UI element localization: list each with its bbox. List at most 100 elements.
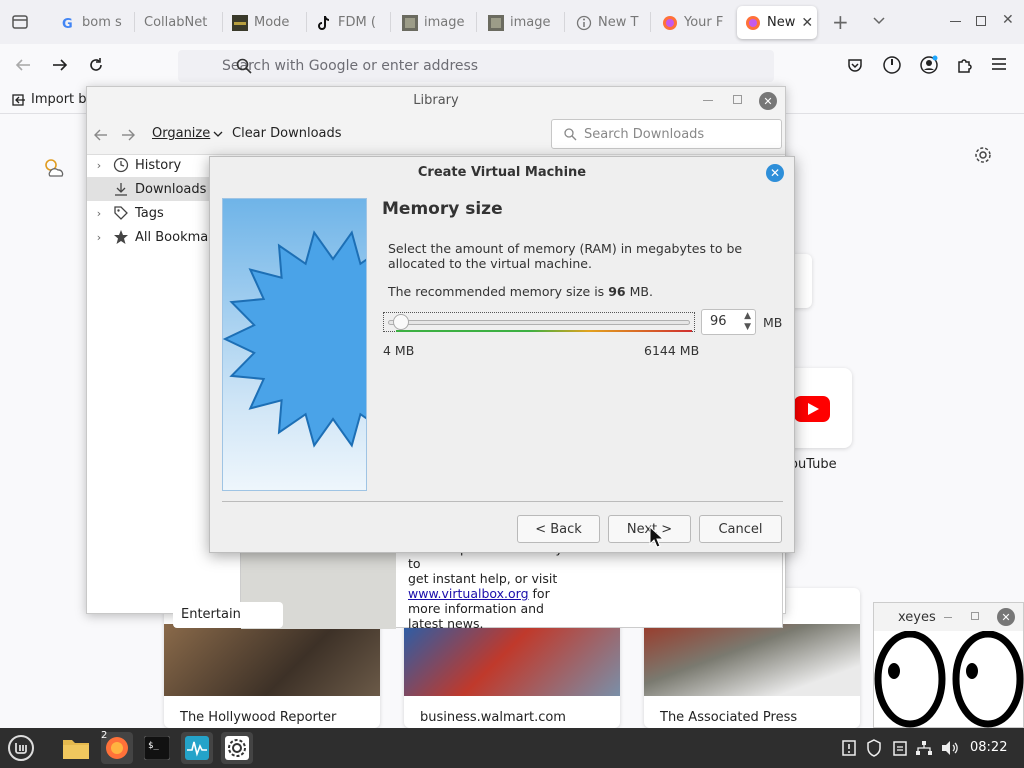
tag-icon	[111, 205, 131, 221]
tree-item-downloads[interactable]: Downloads	[87, 177, 209, 201]
taskbar: 2 $_ 08:22	[0, 728, 1024, 768]
chevron-down-icon[interactable]	[872, 14, 886, 28]
firefox-icon	[745, 15, 761, 31]
tab-image-2[interactable]: image	[480, 6, 560, 39]
tab-label: CollabNet	[144, 15, 208, 30]
url-placeholder: Search with Google or enter address	[222, 58, 479, 74]
tab-fdm[interactable]: FDM (	[308, 6, 388, 39]
history-icon	[111, 157, 131, 173]
new-tab-icon[interactable]: +	[832, 12, 849, 32]
tab-label: New	[767, 15, 796, 30]
page-heading: Memory size	[382, 199, 503, 219]
sync-icon[interactable]	[882, 55, 902, 75]
tab-google[interactable]: G bom s	[52, 6, 132, 39]
dialog-title: Create Virtual Machine	[417, 165, 587, 180]
weather-icon	[42, 156, 66, 180]
clear-downloads-button[interactable]: Clear Downloads	[232, 126, 342, 141]
tab-label: image	[510, 15, 551, 30]
search-icon	[236, 58, 252, 74]
minimize-icon[interactable]	[944, 617, 952, 618]
tab-label: Mode	[254, 15, 290, 30]
firefox-taskbar-icon[interactable]: 2	[101, 730, 133, 764]
wizard-side-image	[222, 198, 367, 491]
files-icon[interactable]	[60, 732, 92, 764]
tab-label: Your F	[684, 15, 724, 30]
close-tab-icon[interactable]: ✕	[801, 15, 813, 31]
close-icon[interactable]: ✕	[759, 92, 777, 110]
reload-icon[interactable]	[87, 56, 105, 74]
tab-your-firefox[interactable]: Your F	[654, 6, 732, 39]
cancel-button[interactable]: Cancel	[699, 515, 782, 543]
story-image	[644, 624, 860, 696]
forward-icon[interactable]	[120, 127, 136, 143]
organize-menu[interactable]: Organize	[152, 126, 223, 141]
memory-slider[interactable]	[383, 312, 695, 332]
window-count-badge: 2	[101, 730, 108, 741]
shortcut-youtube-label: ouTube	[790, 457, 837, 472]
spin-down-icon[interactable]: ▼	[744, 322, 751, 332]
virtualbox-link[interactable]: www.virtualbox.org	[408, 586, 529, 601]
back-icon[interactable]	[14, 56, 32, 74]
forward-icon[interactable]	[51, 56, 69, 74]
info-icon	[576, 15, 592, 31]
volume-icon[interactable]	[934, 732, 966, 764]
url-bar[interactable]: Search with Google or enter address	[178, 50, 774, 82]
tab-active-new[interactable]: New ✕	[737, 6, 817, 39]
maximize-icon[interactable]	[733, 95, 742, 104]
minimize-icon[interactable]	[703, 100, 713, 101]
page-description: Select the amount of memory (RAM) in meg…	[388, 241, 743, 271]
svg-text:$_: $_	[148, 741, 159, 751]
search-downloads-input[interactable]: Search Downloads	[551, 119, 782, 149]
terminal-icon[interactable]: $_	[141, 732, 173, 764]
settings-gear-icon[interactable]	[974, 146, 992, 164]
memory-spinbox[interactable]: 96 ▲ ▼	[701, 309, 756, 335]
welcome-text: You can press the F1 key to get instant …	[408, 541, 578, 631]
minimize-icon[interactable]	[950, 21, 961, 22]
maximize-icon[interactable]	[976, 16, 986, 26]
star-icon	[111, 229, 131, 245]
menu-icon[interactable]	[991, 57, 1007, 71]
slider-track	[388, 320, 690, 325]
extensions-icon[interactable]	[955, 56, 973, 74]
memory-value[interactable]: 96	[710, 314, 727, 329]
pocket-icon[interactable]	[846, 56, 864, 74]
chevron-right-icon: ›	[96, 206, 102, 220]
close-icon[interactable]: ✕	[766, 164, 784, 182]
search-icon	[564, 128, 577, 141]
settings-app-icon[interactable]	[221, 732, 253, 764]
youtube-icon	[794, 396, 830, 422]
virtualbox-manager-window: You can press the F1 key to get instant …	[240, 540, 783, 631]
tab-model[interactable]: Mode	[224, 6, 304, 39]
tab-image-1[interactable]: image	[394, 6, 474, 39]
xeyes-window: xeyes ✕	[873, 602, 1024, 728]
close-window-icon[interactable]: ✕	[1002, 12, 1014, 28]
welcome-line-4: more information and latest news.	[408, 601, 544, 631]
chevron-right-icon: ›	[96, 158, 102, 172]
spin-up-icon[interactable]: ▲	[744, 311, 751, 321]
image-icon	[402, 14, 418, 31]
chevron-down-icon	[213, 131, 223, 137]
recommended-text: The recommended memory size is 96 MB.	[388, 284, 653, 299]
divider	[222, 501, 783, 502]
slider-range-band	[396, 330, 692, 332]
maximize-icon[interactable]	[971, 612, 979, 620]
mint-menu-icon[interactable]	[5, 732, 37, 764]
xeyes-title: xeyes	[898, 610, 936, 625]
account-icon[interactable]	[919, 55, 939, 75]
firefox-icon	[662, 15, 678, 31]
tab-list-icon[interactable]	[10, 12, 30, 32]
system-monitor-icon[interactable]	[181, 732, 213, 764]
welcome-line-2: get instant help, or visit	[408, 571, 558, 586]
tiktok-icon	[316, 15, 332, 31]
memory-unit: MB	[763, 315, 783, 330]
story-source: The Hollywood Reporter	[180, 710, 337, 725]
slider-thumb[interactable]	[392, 314, 409, 330]
svg-text:G: G	[62, 17, 73, 30]
tab-label: FDM (	[338, 15, 376, 30]
back-icon[interactable]	[93, 127, 109, 143]
import-bookmarks-button[interactable]: Import bo	[12, 92, 94, 107]
close-icon[interactable]: ✕	[997, 608, 1015, 626]
tab-new-1[interactable]: New T	[568, 6, 648, 39]
back-button[interactable]: < Back	[517, 515, 600, 543]
tab-collabnet[interactable]: CollabNet	[136, 6, 220, 39]
